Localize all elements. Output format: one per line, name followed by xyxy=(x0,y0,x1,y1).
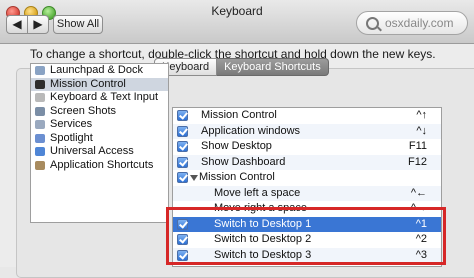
shortcut-key[interactable]: ^↓ xyxy=(416,124,427,140)
category-label: Application Shortcuts xyxy=(50,158,154,171)
disclosure-triangle-icon[interactable] xyxy=(190,175,198,181)
search-field[interactable]: osxdaily.com xyxy=(356,11,468,35)
shortcut-checkbox[interactable] xyxy=(177,172,188,183)
shortcut-row[interactable]: Move left a space ^← xyxy=(173,185,441,202)
category-label: Mission Control xyxy=(50,77,126,90)
shortcut-label: Move right a space xyxy=(214,202,307,214)
shortcut-checkbox[interactable] xyxy=(177,203,188,214)
shortcut-label: Application windows xyxy=(201,124,301,137)
shortcut-group-row[interactable]: Mission Control xyxy=(173,170,441,186)
shortcut-label: Switch to Desktop 2 xyxy=(214,233,312,245)
shortcut-label: Mission Control xyxy=(199,171,275,183)
shortcut-label: Move left a space xyxy=(214,186,301,199)
shortcut-key[interactable]: ^3 xyxy=(416,248,427,264)
shortcut-key[interactable]: F11 xyxy=(409,139,427,155)
shortcut-row[interactable]: Switch to Desktop 3 ^3 xyxy=(173,247,441,264)
shortcut-key[interactable]: ^← xyxy=(411,186,427,202)
category-item[interactable]: Services xyxy=(31,118,168,132)
category-item[interactable]: Launchpad & Dock xyxy=(31,64,168,78)
shortcut-row[interactable]: Application windows ^↓ xyxy=(173,123,441,140)
shortcut-key[interactable]: ^↑ xyxy=(416,108,427,124)
shortcut-checkbox[interactable] xyxy=(177,188,188,199)
spotlight-icon xyxy=(35,133,45,143)
shortcut-checkbox[interactable] xyxy=(177,234,188,245)
shortcut-row[interactable]: Switch to Desktop 2 ^2 xyxy=(173,232,441,248)
shortcut-checkbox[interactable] xyxy=(177,249,188,261)
shortcut-label: Show Desktop xyxy=(201,140,272,152)
category-label: Universal Access xyxy=(50,145,134,157)
category-label: Screen Shots xyxy=(50,104,117,117)
forward-button[interactable]: ▶ xyxy=(27,15,49,34)
category-label: Spotlight xyxy=(50,131,93,144)
shortcut-key[interactable]: ^2 xyxy=(416,232,427,248)
app-icon xyxy=(35,160,45,170)
category-item[interactable]: Screen Shots xyxy=(31,105,168,119)
shortcut-key[interactable]: F12 xyxy=(408,155,427,171)
shortcut-label: Switch to Desktop 3 xyxy=(214,248,312,261)
shortcuts-table[interactable]: Mission Control ^↑ Application windows ^↓ Sh… xyxy=(172,107,442,267)
back-button[interactable]: ◀ xyxy=(6,15,28,34)
shortcut-label: Switch to Desktop 1 xyxy=(214,217,312,230)
gear-icon xyxy=(35,120,45,129)
category-label: Keyboard & Text Input xyxy=(50,91,159,103)
category-item[interactable]: Mission Control xyxy=(31,77,168,91)
shortcut-checkbox[interactable] xyxy=(177,156,188,168)
keyboard-icon xyxy=(35,93,45,102)
shortcut-row[interactable]: Move right a space ^→ xyxy=(173,201,441,217)
launchpad-icon xyxy=(35,66,45,75)
shortcut-key[interactable]: ^→ xyxy=(411,201,427,217)
watermark-text: osxdaily.com xyxy=(385,16,454,30)
mission-control-icon xyxy=(35,79,45,89)
shortcut-row[interactable]: Show Desktop F11 xyxy=(173,139,441,155)
instructions-text: To change a shortcut, double-click the s… xyxy=(30,47,436,61)
shortcut-checkbox[interactable] xyxy=(177,218,188,230)
search-icon xyxy=(366,17,379,30)
shortcut-checkbox[interactable] xyxy=(177,110,188,121)
category-label: Services xyxy=(50,118,93,130)
category-item[interactable]: Application Shortcuts xyxy=(31,159,168,173)
shortcut-checkbox[interactable] xyxy=(177,141,188,152)
shortcut-row[interactable]: Switch to Desktop 1 ^1 xyxy=(173,216,441,233)
camera-icon xyxy=(35,106,45,116)
shortcut-label: Show Dashboard xyxy=(201,155,286,168)
category-list[interactable]: Launchpad & Dock Mission Control Keyboard … xyxy=(30,63,169,223)
category-item[interactable]: Keyboard & Text Input xyxy=(31,91,168,105)
category-item[interactable]: Universal Access xyxy=(31,145,168,159)
accessibility-icon xyxy=(35,147,45,156)
show-all-button[interactable]: Show All xyxy=(53,15,103,34)
shortcut-label: Mission Control xyxy=(201,109,277,121)
category-item[interactable]: Spotlight xyxy=(31,132,168,146)
shortcut-row[interactable]: Show Dashboard F12 xyxy=(173,154,441,171)
shortcut-row[interactable]: Mission Control ^↑ xyxy=(173,108,441,124)
shortcut-checkbox[interactable] xyxy=(177,125,188,137)
window-titlebar: Keyboard ◀ ▶ Show All osxdaily.com xyxy=(0,0,474,44)
category-label: Launchpad & Dock xyxy=(50,64,143,76)
shortcut-key[interactable]: ^1 xyxy=(416,217,427,233)
